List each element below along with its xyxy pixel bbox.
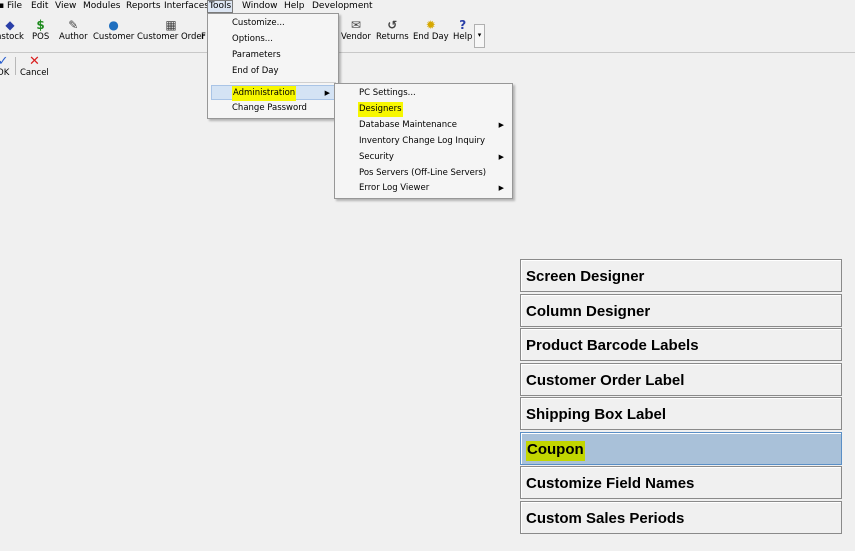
tools-menu-item-label: Options... xyxy=(232,34,273,44)
cancel-button[interactable]: ✕ Cancel xyxy=(20,55,49,78)
coupon-label: Coupon xyxy=(526,441,585,458)
screen-designer-button[interactable]: Screen Designer xyxy=(520,259,842,292)
end-day-label: End Day xyxy=(413,32,449,42)
instock-button[interactable]: ◆ nstock xyxy=(0,18,24,43)
author-label: Author xyxy=(59,32,88,42)
pos-button[interactable]: $ POS xyxy=(32,18,50,43)
submenu-arrow-icon: ▶ xyxy=(498,153,504,161)
returns-icon: ↺ xyxy=(387,18,398,32)
partial-label: F xyxy=(201,32,206,42)
admin-menu-item-database-maintenance[interactable]: Database Maintenance ▶ xyxy=(335,118,512,133)
customer-order-button[interactable]: ▦ Customer Order xyxy=(137,18,206,43)
sun-icon: ✹ xyxy=(425,18,436,32)
menu-bar: ▪ File Edit View Modules Reports Interfa… xyxy=(0,0,855,13)
admin-menu-item-label: Inventory Change Log Inquiry xyxy=(359,136,485,146)
column-designer-button[interactable]: Column Designer xyxy=(520,294,842,327)
menu-interfaces[interactable]: Interfaces xyxy=(164,1,209,12)
end-day-button[interactable]: ✹ End Day xyxy=(413,18,449,43)
returns-button[interactable]: ↺ Returns xyxy=(376,18,409,43)
tools-menu: Customize... Options... Parameters End o… xyxy=(207,13,339,119)
menu-modules[interactable]: Modules xyxy=(83,1,120,12)
customer-button[interactable]: ● Customer xyxy=(93,18,135,43)
author-button[interactable]: ✎ Author xyxy=(59,18,88,43)
coupon-button[interactable]: Coupon xyxy=(520,432,842,465)
admin-menu-item-label: Database Maintenance xyxy=(359,120,457,130)
partial-toolbar-button[interactable]: F xyxy=(201,19,206,42)
tools-menu-item-label: End of Day xyxy=(232,66,279,76)
customer-order-label-button[interactable]: Customer Order Label xyxy=(520,363,842,396)
designers-panel: Screen Designer Column Designer Product … xyxy=(518,257,855,551)
tools-menu-item-label: Parameters xyxy=(232,50,281,60)
app-menu-icon[interactable]: ▪ xyxy=(0,1,4,12)
help-icon: ? xyxy=(459,18,467,32)
checkmark-icon: ✓ xyxy=(0,54,9,69)
shipping-box-label-button[interactable]: Shipping Box Label xyxy=(520,397,842,430)
custom-sales-periods-button[interactable]: Custom Sales Periods xyxy=(520,501,842,534)
submenu-arrow-icon: ▶ xyxy=(498,184,504,192)
close-icon: ✕ xyxy=(28,54,40,69)
admin-menu-item-label: PC Settings... xyxy=(359,88,416,98)
tools-menu-item-administration[interactable]: Administration ▶ xyxy=(211,85,335,101)
menu-development[interactable]: Development xyxy=(312,1,373,12)
menu-help[interactable]: Help xyxy=(284,1,305,12)
tools-menu-item-label: Customize... xyxy=(232,18,285,28)
menu-view[interactable]: View xyxy=(55,1,76,12)
customize-field-names-button[interactable]: Customize Field Names xyxy=(520,466,842,499)
customer-label: Customer xyxy=(93,32,135,42)
globe-icon: ● xyxy=(108,18,119,32)
ok-button[interactable]: ✓ OK xyxy=(0,55,9,78)
tools-menu-item-label: Change Password xyxy=(232,103,307,113)
tools-menu-item-options[interactable]: Options... xyxy=(208,32,338,47)
menu-edit[interactable]: Edit xyxy=(31,1,48,12)
help-label: Help xyxy=(453,32,473,42)
menu-window[interactable]: Window xyxy=(242,1,278,12)
pos-label: POS xyxy=(32,32,50,42)
action-divider xyxy=(15,57,16,75)
tools-menu-item-change-password[interactable]: Change Password xyxy=(208,101,338,116)
dollar-icon: $ xyxy=(36,18,45,32)
ok-label: OK xyxy=(0,68,10,78)
administration-submenu: PC Settings... Designers Database Mainte… xyxy=(334,83,513,199)
partial-icon xyxy=(201,19,206,32)
vendor-button[interactable]: ✉ Vendor xyxy=(341,18,371,43)
admin-menu-item-pc-settings[interactable]: PC Settings... xyxy=(335,86,512,101)
admin-menu-item-designers[interactable]: Designers xyxy=(335,102,512,117)
register-icon: ▦ xyxy=(165,18,177,32)
toolbar-divider xyxy=(0,52,855,53)
toolbar-overflow-button[interactable]: ▾ xyxy=(474,24,485,48)
admin-menu-item-label: Pos Servers (Off-Line Servers) xyxy=(359,168,487,178)
returns-label: Returns xyxy=(376,32,409,42)
customer-order-label: Customer Order xyxy=(137,32,206,42)
admin-menu-item-pos-servers[interactable]: Pos Servers (Off-Line Servers) xyxy=(335,166,512,181)
help-button[interactable]: ? Help xyxy=(453,18,473,43)
product-barcode-labels-button[interactable]: Product Barcode Labels xyxy=(520,328,842,361)
tools-menu-separator xyxy=(230,82,336,83)
tools-menu-item-end-of-day[interactable]: End of Day xyxy=(208,64,338,79)
tools-menu-item-parameters[interactable]: Parameters xyxy=(208,48,338,63)
submenu-arrow-icon: ▶ xyxy=(324,89,330,97)
admin-menu-item-label: Error Log Viewer xyxy=(359,183,430,193)
instock-label: nstock xyxy=(0,32,24,42)
admin-menu-item-inventory-change-log[interactable]: Inventory Change Log Inquiry xyxy=(335,134,512,149)
submenu-arrow-icon: ▶ xyxy=(498,121,504,129)
admin-menu-item-security[interactable]: Security ▶ xyxy=(335,150,512,165)
vendor-icon: ✉ xyxy=(350,18,361,32)
chevron-down-icon: ▾ xyxy=(477,31,482,39)
tools-menu-item-label: Administration xyxy=(232,86,297,101)
admin-menu-item-label: Security xyxy=(359,152,394,162)
admin-menu-item-label: Designers xyxy=(358,102,403,117)
tools-menu-item-customize[interactable]: Customize... xyxy=(208,16,338,31)
menu-file[interactable]: File xyxy=(7,1,22,12)
cancel-label: Cancel xyxy=(20,68,49,78)
menu-reports[interactable]: Reports xyxy=(126,1,161,12)
author-icon: ✎ xyxy=(68,18,79,32)
instock-icon: ◆ xyxy=(5,18,15,32)
menu-tools[interactable]: Tools xyxy=(207,0,234,13)
vendor-label: Vendor xyxy=(341,32,371,42)
admin-menu-item-error-log-viewer[interactable]: Error Log Viewer ▶ xyxy=(335,181,512,196)
